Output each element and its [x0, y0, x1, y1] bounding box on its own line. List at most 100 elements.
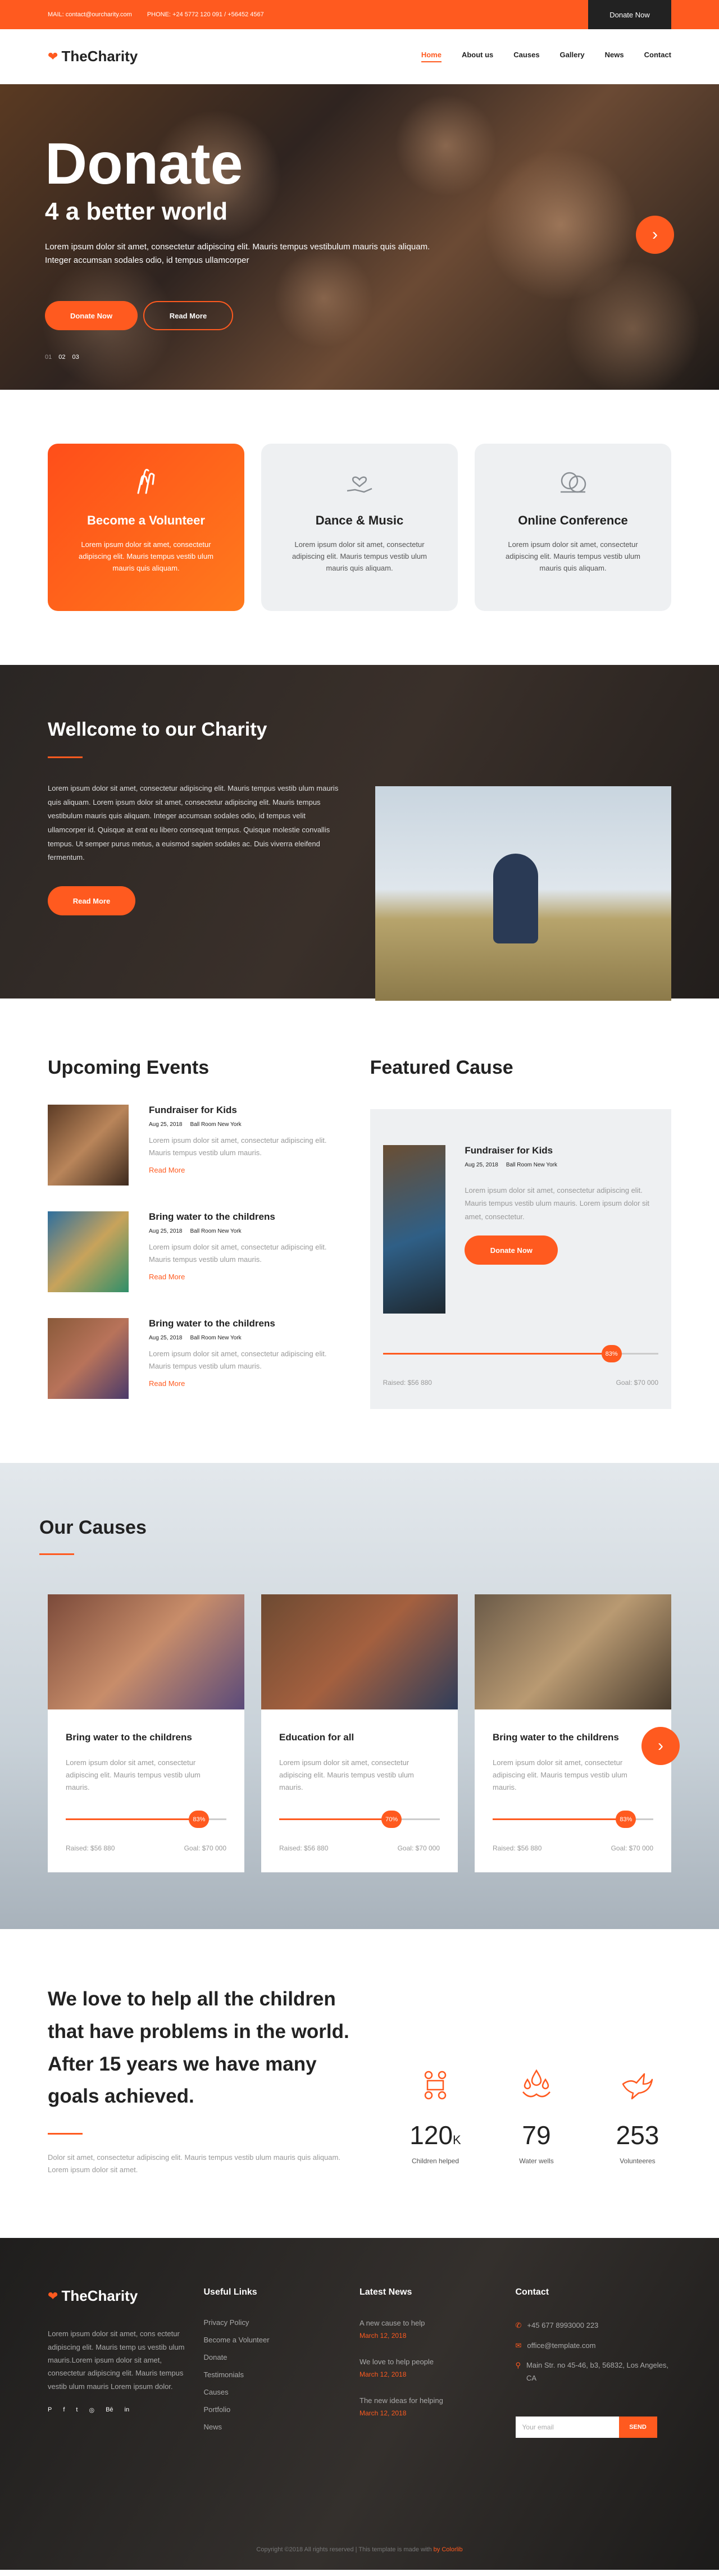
- contact-email: ✉ office@template.com: [516, 2339, 672, 2352]
- donate-now-top-button[interactable]: Donate Now: [588, 0, 671, 29]
- cause-title[interactable]: Bring water to the childrens: [66, 1732, 226, 1743]
- logo[interactable]: ❤ TheCharity: [48, 48, 138, 65]
- slider-page-3[interactable]: 03: [72, 354, 79, 361]
- news-title: A new cause to help: [360, 2319, 425, 2328]
- contact-email-text[interactable]: office@template.com: [527, 2339, 595, 2352]
- event-title[interactable]: Bring water to the childrens: [149, 1211, 342, 1223]
- nav-item-causes[interactable]: Causes: [513, 51, 539, 62]
- footer-logo[interactable]: ❤ TheCharity: [48, 2287, 204, 2305]
- feature-title: Become a Volunteer: [87, 513, 205, 527]
- behance-icon[interactable]: Bē: [106, 2406, 113, 2414]
- nav-menu: Home About us Causes Gallery News Contac…: [421, 51, 671, 62]
- featured-text: Lorem ipsum dolor sit amet, consectetur …: [465, 1186, 650, 1221]
- nav-item-about[interactable]: About us: [462, 51, 493, 62]
- logo-text: TheCharity: [61, 48, 138, 65]
- footer-link[interactable]: Privacy Policy: [204, 2319, 360, 2326]
- cause-progress-bar: 70%: [279, 1811, 440, 1834]
- causes-next-arrow-icon[interactable]: ›: [641, 1727, 680, 1765]
- slider-page-2[interactable]: 02: [58, 354, 65, 361]
- cause-image[interactable]: [475, 1594, 671, 1709]
- stats-text: We love to help all the children that ha…: [48, 1983, 351, 2176]
- causes-section: Our Causes Bring water to the childrens …: [0, 1463, 719, 1929]
- progress-fill: [383, 1353, 612, 1355]
- event-body: Bring water to the childrens Aug 25, 201…: [149, 1318, 342, 1399]
- cause-title[interactable]: Bring water to the childrens: [493, 1732, 653, 1743]
- feature-card-dance[interactable]: Dance & Music Lorem ipsum dolor sit amet…: [261, 444, 458, 611]
- event-read-more-link[interactable]: Read More: [149, 1379, 185, 1388]
- dribbble-icon[interactable]: ◎: [89, 2406, 94, 2414]
- progress-fill: [279, 1818, 392, 1821]
- top-bar-phone[interactable]: PHONE: +24 5772 120 091 / +56452 4567: [147, 11, 264, 18]
- copyright-link[interactable]: by Colorlib: [434, 2546, 463, 2553]
- news-title: The new ideas for helping: [360, 2396, 443, 2405]
- events-section: Upcoming Events Fundraiser for Kids Aug …: [0, 999, 719, 1463]
- hero-donate-button[interactable]: Donate Now: [45, 301, 138, 330]
- contact-phone: ✆ +45 677 8993000 223: [516, 2319, 672, 2332]
- feature-card-conference[interactable]: Online Conference Lorem ipsum dolor sit …: [475, 444, 671, 611]
- hero-next-arrow-icon[interactable]: ›: [636, 216, 674, 254]
- event-read-more-link[interactable]: Read More: [149, 1166, 185, 1174]
- stat-label: Children helped: [411, 2157, 459, 2165]
- footer-link[interactable]: Portfolio: [204, 2406, 360, 2413]
- news-item[interactable]: The new ideas for helping March 12, 2018: [360, 2396, 516, 2417]
- hero-content: Donate 4 a better world Lorem ipsum dolo…: [45, 135, 438, 361]
- slider-page-1[interactable]: 01: [45, 354, 52, 361]
- copyright-text: Copyright ©2018 All rights reserved | Th…: [256, 2546, 432, 2554]
- feature-card-volunteer[interactable]: Become a Volunteer Lorem ipsum dolor sit…: [48, 444, 244, 611]
- event-read-more-link[interactable]: Read More: [149, 1273, 185, 1281]
- event-meta: Aug 25, 2018 Ball Room New York: [149, 1228, 342, 1234]
- footer-link[interactable]: News: [204, 2423, 360, 2431]
- featured-body: Fundraiser for Kids Aug 25, 2018 Ball Roo…: [465, 1145, 658, 1314]
- pinterest-icon[interactable]: P: [48, 2406, 52, 2414]
- top-bar-mail[interactable]: MAIL: contact@ourcharity.com: [48, 11, 132, 18]
- copyright: Copyright ©2018 All rights reserved | Th…: [0, 2546, 719, 2553]
- nav-item-news[interactable]: News: [605, 51, 624, 62]
- goal-amount: Goal: $70 000: [616, 1379, 658, 1387]
- footer-contact-title: Contact: [515, 2287, 549, 2297]
- stat-label: Water wells: [519, 2157, 554, 2165]
- news-item[interactable]: A new cause to help March 12, 2018: [360, 2319, 516, 2340]
- welcome-title: Wellcome to our Charity: [48, 719, 267, 740]
- event-image[interactable]: [48, 1211, 129, 1292]
- linkedin-icon[interactable]: in: [125, 2406, 130, 2414]
- cause-title[interactable]: Education for all: [279, 1732, 440, 1743]
- featured-cause-title[interactable]: Fundraiser for Kids: [465, 1145, 658, 1156]
- event-date: Aug 25, 2018: [149, 1335, 183, 1341]
- footer-link[interactable]: Causes: [204, 2388, 360, 2396]
- footer-links-title: Useful Links: [203, 2287, 257, 2297]
- stat-value: 120K: [409, 2121, 461, 2150]
- welcome-paragraph: Lorem ipsum dolor sit amet, consectetur …: [48, 784, 339, 862]
- dove-icon: [604, 2067, 671, 2107]
- nav-item-home[interactable]: Home: [421, 51, 442, 62]
- raised-amount: Raised: $56 880: [493, 1844, 542, 1853]
- news-item[interactable]: We love to help people March 12, 2018: [360, 2358, 516, 2378]
- facebook-icon[interactable]: f: [63, 2406, 65, 2414]
- footer-link[interactable]: Become a Volunteer: [204, 2336, 360, 2344]
- child-figure: [493, 854, 538, 943]
- footer-link[interactable]: Testimonials: [204, 2371, 360, 2378]
- footer-link[interactable]: Donate: [204, 2354, 360, 2361]
- hero-read-more-button[interactable]: Read More: [143, 301, 233, 330]
- cause-card: Bring water to the childrens Lorem ipsum…: [475, 1594, 671, 1873]
- event-item: Fundraiser for Kids Aug 25, 2018 Ball Roo…: [48, 1105, 342, 1186]
- hero-subtitle: 4 a better world: [45, 198, 228, 225]
- cause-image[interactable]: [261, 1594, 458, 1709]
- news-date: March 12, 2018: [360, 2370, 407, 2379]
- featured-donate-button[interactable]: Donate Now: [465, 1235, 558, 1265]
- nav-item-gallery[interactable]: Gallery: [560, 51, 585, 62]
- nav-item-contact[interactable]: Contact: [644, 51, 671, 62]
- featured-image[interactable]: [383, 1145, 446, 1314]
- event-image[interactable]: [48, 1318, 129, 1399]
- event-title[interactable]: Fundraiser for Kids: [149, 1105, 342, 1116]
- goal-amount: Goal: $70 000: [611, 1844, 653, 1853]
- feature-text: Lorem ipsum dolor sit amet, consectetur …: [292, 540, 427, 572]
- twitter-icon[interactable]: t: [76, 2406, 78, 2414]
- contact-phone-text[interactable]: +45 677 8993000 223: [527, 2319, 598, 2332]
- event-image[interactable]: [48, 1105, 129, 1186]
- cause-image[interactable]: [48, 1594, 244, 1709]
- event-item: Bring water to the childrens Aug 25, 201…: [48, 1211, 342, 1292]
- welcome-read-more-button[interactable]: Read More: [48, 886, 135, 916]
- subscribe-email-input[interactable]: Your email: [515, 2416, 619, 2438]
- subscribe-send-button[interactable]: SEND: [618, 2416, 657, 2438]
- event-title[interactable]: Bring water to the childrens: [149, 1318, 342, 1329]
